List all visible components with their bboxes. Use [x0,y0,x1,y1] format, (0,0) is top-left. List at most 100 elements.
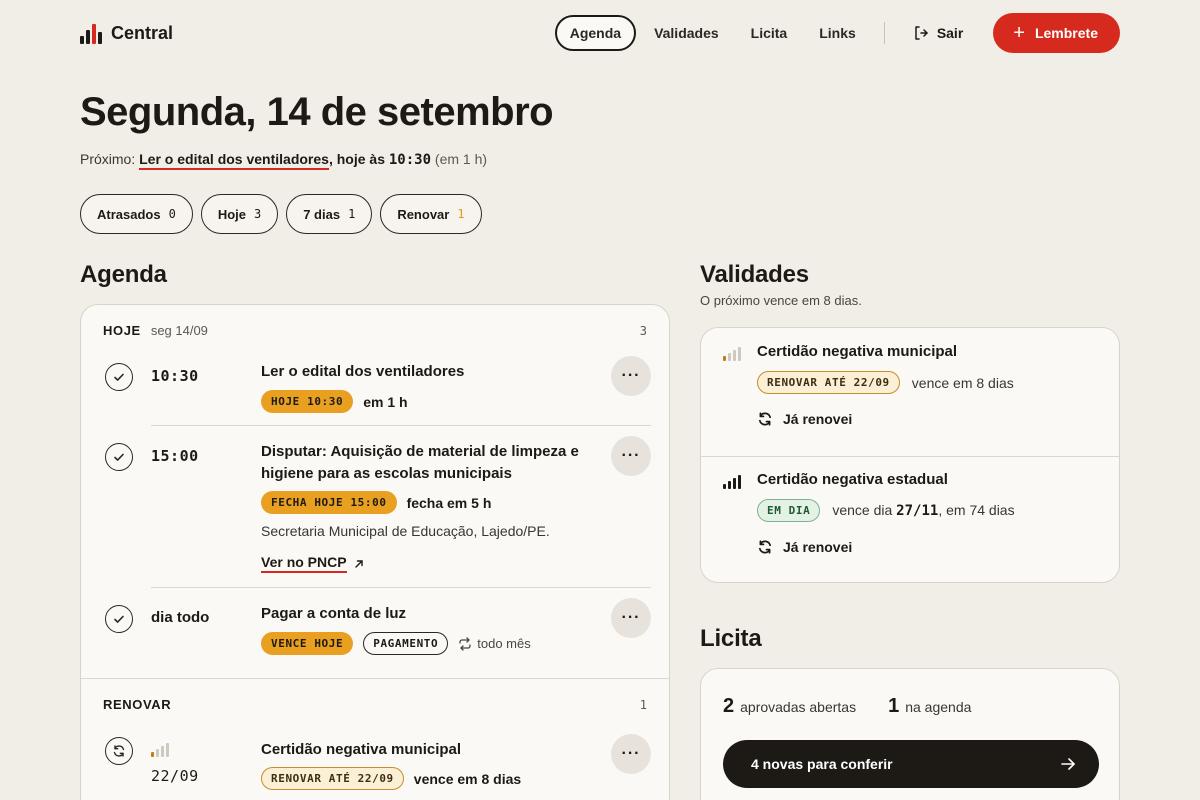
chip-count: 1 [457,207,465,221]
nav-divider [883,22,885,44]
item-time: 10:30 [151,367,199,385]
chip-label: 7 dias [303,206,341,222]
due-badge: HOJE 10:30 [261,390,354,413]
group-label: RENOVAR [103,697,172,712]
renew-badge: RENOVAR ATÉ 22/09 [261,767,404,790]
validades-note: O próximo vence em 8 dias. [700,293,862,308]
agenda-card: HOJE seg 14/09 3 10:30 Ler o edital dos … [80,304,670,800]
more-options-button[interactable]: ··· [611,734,651,774]
agenda-label: na agenda [905,699,972,715]
item-time: dia todo [151,609,210,626]
validity-text: vence em 8 dias [911,374,1014,391]
brand-bars-icon [80,22,102,44]
validity-signal-icon [151,743,169,762]
licita-card: 2 aprovadas abertas 1 na agenda 4 novas … [700,668,1120,800]
filter-atrasados[interactable]: Atrasados 0 [80,194,193,234]
recurrence: todo mês [458,636,531,651]
next-time: 10:30 [388,152,432,168]
pncp-link[interactable]: Ver no PNCP [261,554,365,573]
more-options-button[interactable]: ··· [611,356,651,396]
review-new-button[interactable]: 4 novas para conferir [723,740,1099,788]
chip-count: 1 [348,207,356,221]
item-organization: Secretaria Municipal de Educação, Lajedo… [261,523,550,539]
plus-icon: + [1013,22,1025,44]
status-badge: EM DIA [757,499,821,522]
complete-checkbox[interactable] [105,363,133,391]
item-date: 22/09 [151,767,199,785]
top-bar: Central Agenda Validades Licita Links Sa… [80,12,1120,54]
review-new-label: 4 novas para conferir [751,756,893,772]
chip-label: Renovar [397,206,450,222]
check-icon [114,453,124,461]
item-meta-row: FECHA HOJE 15:00 fecha em 5 h [261,491,491,514]
validity-text-post: , em 74 dias [938,502,1015,518]
item-title[interactable]: Ler o edital dos ventiladores [261,361,591,383]
filter-7-dias[interactable]: 7 dias 1 [286,194,373,234]
next-item-link[interactable]: Ler o edital dos ventiladores [139,151,329,170]
complete-checkbox[interactable] [105,443,133,471]
chip-label: Hoje [217,206,246,222]
page-title: Segunda, 14 de setembro [80,90,554,134]
group-count: 3 [639,324,647,338]
brand[interactable]: Central [80,22,173,44]
item-title[interactable]: Pagar a conta de luz [261,603,591,625]
agenda-count: 1 [888,695,900,717]
main-nav: Agenda Validades Licita Links Sair + Lem… [554,13,1120,53]
refresh-icon [759,412,771,426]
validades-card: Certidão negativa municipal RENOVAR ATÉ … [700,327,1120,583]
nav-validades[interactable]: Validades [640,15,733,51]
arrow-right-icon [1061,758,1075,770]
validity-signal-icon [723,475,741,494]
logout-button[interactable]: Sair [899,15,977,51]
relative-time: em 1 h [363,393,408,410]
next-relative: (em 1 h) [434,151,488,167]
item-title[interactable]: Disputar: Aquisição de material de limpe… [261,441,591,485]
item-title[interactable]: Certidão negativa municipal [261,739,591,761]
nav-agenda[interactable]: Agenda [554,15,637,51]
more-options-button[interactable]: ··· [611,436,651,476]
filter-hoje[interactable]: Hoje 3 [200,194,279,234]
item-meta-row: HOJE 10:30 em 1 h [261,390,408,413]
agenda-item: 10:30 Ler o edital dos ventiladores HOJE… [81,355,669,425]
already-renewed-button[interactable]: Já renovei [757,411,852,427]
logout-icon [915,26,928,40]
add-reminder-button[interactable]: + Lembrete [993,13,1120,53]
complete-checkbox[interactable] [105,605,133,633]
category-badge: PAGAMENTO [363,632,449,655]
agenda-item: dia todo Pagar a conta de luz VENCE HOJE… [81,597,669,677]
relative-time: fecha em 5 h [406,494,492,511]
divider [151,587,651,588]
filter-renovar[interactable]: Renovar 1 [380,194,482,234]
already-renewed-label: Já renovei [783,539,853,555]
validity-item: Certidão negativa municipal RENOVAR ATÉ … [701,328,1119,456]
group-renew-header: RENOVAR 1 [103,697,647,712]
more-options-button[interactable]: ··· [611,598,651,638]
nav-links[interactable]: Links [805,15,870,51]
refresh-icon [113,745,125,757]
group-label: HOJE [103,323,141,338]
add-reminder-label: Lembrete [1034,25,1098,41]
renew-badge: RENOVAR ATÉ 22/09 [757,371,900,394]
renew-button[interactable] [105,737,133,765]
agenda-item: 22/09 Certidão negativa municipal RENOVA… [81,729,669,800]
next-prefix: Próximo: [80,151,136,167]
validity-date: 27/11 [896,503,939,519]
recurrence-label: todo mês [477,636,531,651]
group-count: 1 [639,698,647,712]
validity-title[interactable]: Certidão negativa municipal [757,343,957,360]
chip-count: 3 [253,207,262,221]
licita-stats: 2 aprovadas abertas 1 na agenda [723,695,971,718]
validity-signal-icon [723,347,741,366]
nav-licita[interactable]: Licita [737,15,802,51]
validity-title[interactable]: Certidão negativa estadual [757,471,948,488]
validity-status-row: EM DIA vence dia 27/11, em 74 dias [757,499,1015,522]
group-today-header: HOJE seg 14/09 3 [103,323,647,338]
agenda-item: 15:00 Disputar: Aquisição de material de… [81,435,669,585]
next-mid: , hoje às [328,151,385,167]
item-meta-row: RENOVAR ATÉ 22/09 vence em 8 dias [261,767,521,790]
closing-badge: FECHA HOJE 15:00 [261,491,397,514]
validity-text-pre: vence dia [832,502,893,518]
refresh-icon [759,540,771,554]
check-icon [114,615,124,623]
already-renewed-button[interactable]: Já renovei [757,539,852,555]
